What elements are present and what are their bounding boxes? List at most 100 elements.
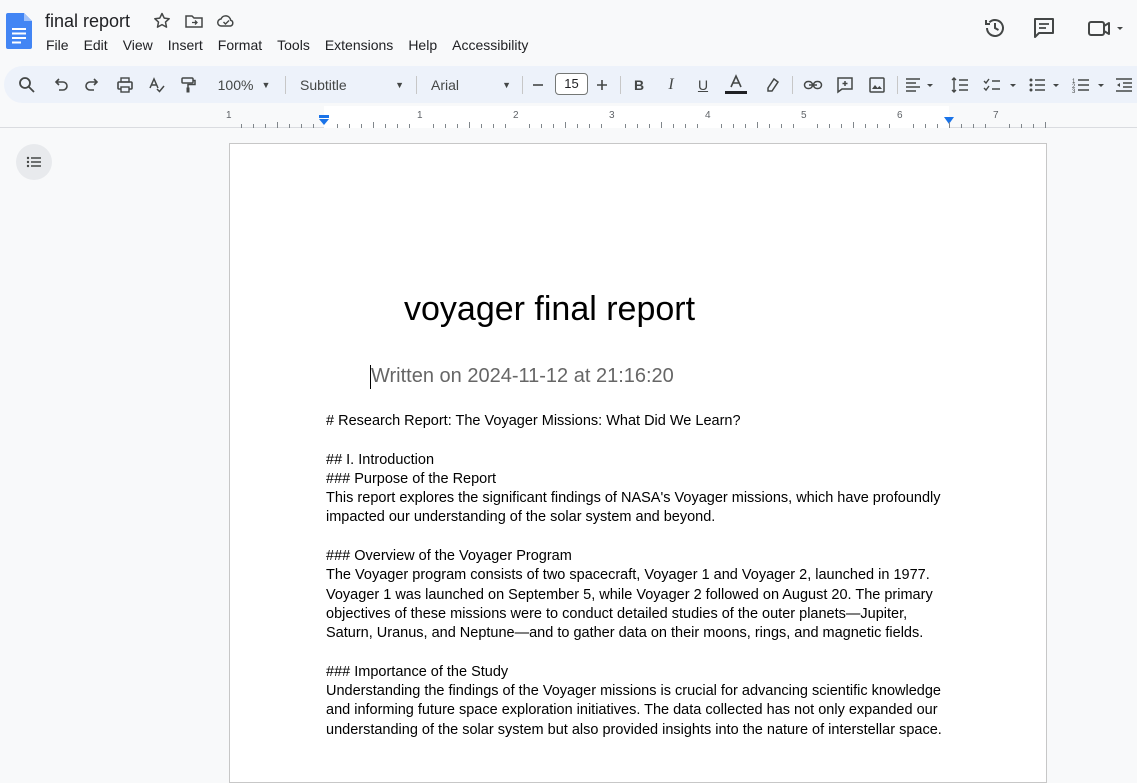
ruler-tick bbox=[841, 124, 842, 128]
undo-icon[interactable] bbox=[52, 74, 70, 96]
insert-link-icon[interactable] bbox=[803, 74, 823, 96]
left-indent-marker-icon[interactable] bbox=[318, 114, 330, 126]
outline-list-icon bbox=[26, 156, 41, 168]
docs-logo-icon[interactable] bbox=[6, 13, 32, 49]
chevron-down-icon: ▼ bbox=[395, 80, 404, 90]
redo-icon[interactable] bbox=[83, 74, 101, 96]
zoom-value: 100% bbox=[217, 77, 254, 93]
ruler-tick bbox=[829, 124, 830, 128]
ruler-tick bbox=[337, 124, 338, 128]
menu-file[interactable]: File bbox=[46, 37, 69, 55]
ruler-tick bbox=[433, 124, 434, 128]
ruler-tick bbox=[1009, 124, 1010, 128]
numbered-list-icon[interactable]: 123 bbox=[1072, 74, 1112, 96]
highlight-color-icon[interactable] bbox=[764, 74, 782, 96]
ruler-tick bbox=[949, 122, 950, 128]
font-size-input[interactable]: 15 bbox=[555, 73, 588, 95]
add-comment-icon[interactable] bbox=[836, 74, 854, 96]
ruler-tick bbox=[637, 124, 638, 128]
ruler-tick bbox=[961, 124, 962, 128]
menu-format[interactable]: Format bbox=[218, 37, 262, 55]
ruler-tick bbox=[853, 122, 854, 128]
menu-tools[interactable]: Tools bbox=[277, 37, 310, 55]
print-icon[interactable] bbox=[116, 74, 134, 96]
ruler-tick bbox=[817, 124, 818, 128]
chevron-down-icon: ▼ bbox=[502, 80, 511, 90]
document-outline-button[interactable] bbox=[16, 144, 52, 180]
document-title[interactable]: final report bbox=[45, 11, 130, 32]
chevron-down-icon: ▼ bbox=[261, 80, 271, 90]
ruler-number: 2 bbox=[513, 110, 519, 121]
toolbar-divider bbox=[285, 76, 286, 94]
star-icon[interactable] bbox=[152, 11, 172, 31]
ruler-tick bbox=[529, 124, 530, 128]
menu-insert[interactable]: Insert bbox=[168, 37, 203, 55]
menu-edit[interactable]: Edit bbox=[84, 37, 108, 55]
ruler-number: 6 bbox=[897, 110, 903, 121]
ruler-tick bbox=[889, 124, 890, 128]
increase-font-size-icon[interactable] bbox=[595, 74, 609, 96]
ruler-number: 5 bbox=[801, 110, 807, 121]
ruler-tick bbox=[769, 124, 770, 128]
spelling-check-icon[interactable] bbox=[148, 74, 166, 96]
decrease-font-size-icon[interactable] bbox=[531, 74, 545, 96]
zoom-select[interactable]: 100% ▼ bbox=[212, 74, 276, 96]
ruler-tick bbox=[1033, 124, 1034, 128]
ruler-tick bbox=[505, 124, 506, 128]
paragraph: Understanding the findings of the Voyage… bbox=[326, 683, 941, 700]
ruler-tick bbox=[589, 124, 590, 128]
ruler-tick bbox=[313, 124, 314, 128]
cloud-saved-icon[interactable] bbox=[216, 11, 236, 31]
ruler-tick bbox=[721, 124, 722, 128]
paragraph: and informing future space exploration i… bbox=[326, 702, 938, 719]
menu-bar: File Edit View Insert Format Tools Exten… bbox=[46, 37, 543, 55]
line-spacing-icon[interactable] bbox=[950, 74, 970, 96]
paragraph: objectives of these missions were to con… bbox=[326, 605, 908, 622]
paragraph: # Research Report: The Voyager Missions:… bbox=[326, 413, 741, 429]
ruler-number: 7 bbox=[993, 110, 999, 121]
doc-subtitle: Written on 2024-11-12 at 21:16:20 bbox=[371, 365, 674, 387]
ruler-tick bbox=[865, 124, 866, 128]
ruler-tick bbox=[925, 124, 926, 128]
ruler-tick bbox=[469, 122, 470, 128]
top-bar: final report File Edit View Insert Forma… bbox=[0, 0, 1137, 64]
align-left-icon[interactable] bbox=[904, 74, 936, 96]
ruler-tick bbox=[649, 124, 650, 128]
ruler-tick bbox=[565, 122, 566, 128]
version-history-icon[interactable] bbox=[981, 14, 1009, 42]
insert-image-icon[interactable] bbox=[868, 74, 886, 96]
font-select[interactable]: Arial ▼ bbox=[431, 74, 511, 96]
bulleted-list-icon[interactable] bbox=[1028, 74, 1066, 96]
text-color-icon[interactable] bbox=[724, 74, 748, 96]
ruler-tick bbox=[253, 124, 254, 128]
ruler-tick bbox=[397, 124, 398, 128]
toolbar-divider bbox=[522, 76, 523, 94]
menu-extensions[interactable]: Extensions bbox=[325, 37, 393, 55]
ruler-tick bbox=[793, 124, 794, 128]
ruler-tick bbox=[757, 122, 758, 128]
paragraph-style-select[interactable]: Subtitle ▼ bbox=[300, 74, 404, 96]
italic-icon[interactable]: I bbox=[663, 74, 679, 96]
underline-icon[interactable]: U bbox=[695, 74, 711, 96]
bold-icon[interactable]: B bbox=[631, 74, 647, 96]
ruler-tick bbox=[697, 124, 698, 128]
ruler-tick bbox=[241, 124, 242, 128]
checklist-icon[interactable] bbox=[982, 74, 1022, 96]
decrease-indent-icon[interactable] bbox=[1114, 74, 1134, 96]
svg-text:3: 3 bbox=[1072, 89, 1076, 95]
search-menus-icon[interactable] bbox=[18, 74, 36, 96]
ruler-tick bbox=[985, 124, 986, 128]
document-page[interactable]: voyager final report Written on 2024-11-… bbox=[229, 143, 1047, 783]
meet-video-icon[interactable] bbox=[1085, 14, 1129, 42]
doc-title: voyager final report bbox=[404, 290, 696, 328]
ruler-tick bbox=[685, 124, 686, 128]
comments-icon[interactable] bbox=[1030, 14, 1058, 42]
menu-help[interactable]: Help bbox=[408, 37, 437, 55]
move-folder-icon[interactable] bbox=[184, 11, 204, 31]
paragraph: impacted our understanding of the solar … bbox=[326, 509, 716, 526]
empty-line bbox=[326, 528, 956, 547]
toolbar-divider bbox=[897, 76, 898, 94]
menu-view[interactable]: View bbox=[123, 37, 153, 55]
menu-accessibility[interactable]: Accessibility bbox=[452, 37, 528, 55]
paint-format-icon[interactable] bbox=[179, 74, 197, 96]
